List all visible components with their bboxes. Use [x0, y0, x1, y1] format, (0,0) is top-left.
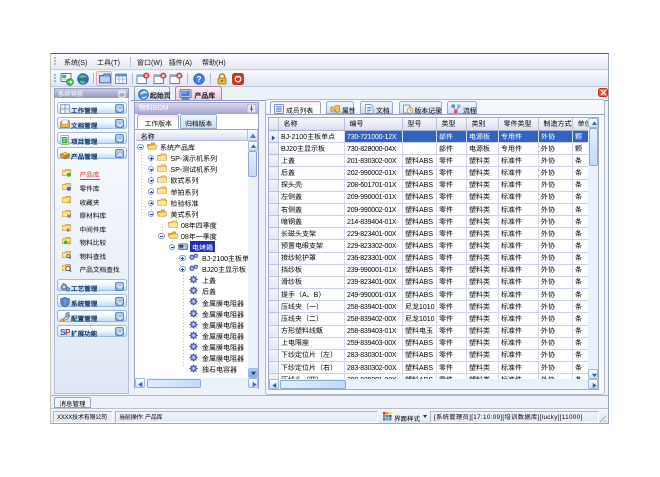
svg-text:?: ?: [196, 74, 201, 84]
svg-text:P: P: [65, 327, 70, 337]
